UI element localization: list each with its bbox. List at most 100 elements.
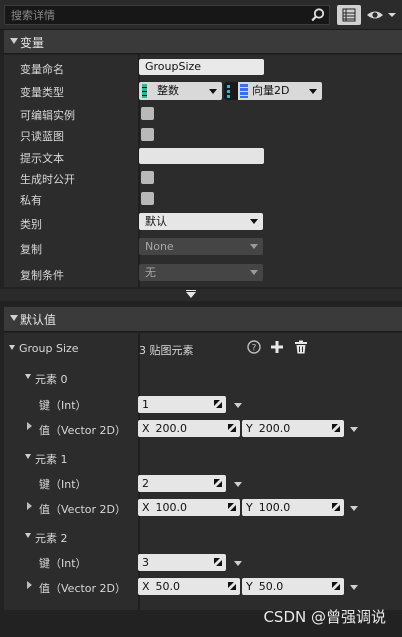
chevron-down-icon[interactable] <box>234 482 242 487</box>
vector2d-pin-icon <box>240 84 248 98</box>
instance-editable-label: 可编辑实例 <box>20 109 75 122</box>
trash-icon[interactable] <box>294 340 308 354</box>
element-title: 元素 1 <box>35 453 68 466</box>
eye-icon <box>367 11 396 19</box>
expose-on-spawn-label: 生成时公开 <box>20 173 75 186</box>
x-value: 50.0 <box>155 580 181 593</box>
y-input[interactable]: Y 100.0 <box>242 499 344 516</box>
key-input[interactable]: 2 <box>138 475 226 492</box>
value-type-dropdown[interactable]: 向量2D <box>224 82 322 100</box>
key-label: 键（Int） <box>39 478 87 491</box>
key-value: 3 <box>142 556 149 569</box>
search-icon[interactable] <box>311 8 325 22</box>
search-input[interactable] <box>11 6 301 24</box>
svg-text:?: ? <box>252 344 257 354</box>
key-label: 键（Int） <box>39 399 87 412</box>
x-input[interactable]: X 200.0 <box>138 420 240 437</box>
replication-condition-value: 无 <box>145 266 156 279</box>
y-value: 100.0 <box>258 501 291 514</box>
variable-name-input[interactable]: GroupSize <box>139 59 264 75</box>
drag-resize-icon[interactable] <box>331 423 341 433</box>
list-view-icon <box>342 8 356 22</box>
x-input[interactable]: X 100.0 <box>138 499 240 516</box>
expand-arrow-icon[interactable] <box>27 502 32 510</box>
key-type-dropdown[interactable]: 整数 <box>139 82 222 100</box>
x-axis-label: X <box>142 580 150 593</box>
expand-arrow-icon[interactable] <box>27 581 32 589</box>
y-input[interactable]: Y 200.0 <box>242 420 344 437</box>
y-axis-label: Y <box>246 580 253 593</box>
expose-on-spawn-checkbox[interactable] <box>141 171 154 184</box>
drag-resize-icon[interactable] <box>213 478 223 488</box>
chevron-down-icon[interactable] <box>350 506 358 511</box>
drag-resize-icon[interactable] <box>227 423 237 433</box>
integer-pin-icon <box>142 84 147 98</box>
key-input[interactable]: 3 <box>138 554 226 571</box>
replication-condition-combo[interactable]: 无 <box>139 264 263 281</box>
category-value: 默认 <box>145 215 167 228</box>
private-label: 私有 <box>20 194 42 207</box>
value-label: 值（Vector 2D） <box>39 424 127 437</box>
key-input[interactable]: 1 <box>138 396 226 413</box>
readonly-checkbox[interactable] <box>141 128 154 141</box>
section-title: 默认值 <box>20 313 57 327</box>
instance-editable-checkbox[interactable] <box>141 107 154 120</box>
x-axis-label: X <box>142 422 150 435</box>
key-type-value: 整数 <box>157 84 179 97</box>
y-axis-label: Y <box>246 422 253 435</box>
chevron-down-icon[interactable] <box>350 585 358 590</box>
drag-resize-icon[interactable] <box>331 581 341 591</box>
category-label: 类别 <box>20 218 42 231</box>
drag-resize-icon[interactable] <box>227 581 237 591</box>
watermark: CSDN @曾强调说 <box>263 608 386 626</box>
category-combo[interactable]: 默认 <box>139 213 263 230</box>
chevron-down-icon[interactable] <box>350 427 358 432</box>
drag-resize-icon[interactable] <box>213 399 223 409</box>
private-checkbox[interactable] <box>141 192 154 205</box>
help-icon[interactable]: ? <box>247 340 261 354</box>
search-box[interactable] <box>4 5 330 25</box>
replication-condition-label: 复制条件 <box>20 269 64 282</box>
map-container-icon <box>224 82 238 100</box>
chevron-down-icon[interactable] <box>234 561 242 566</box>
value-label: 值（Vector 2D） <box>39 503 127 516</box>
y-value: 200.0 <box>258 422 291 435</box>
expand-arrow-icon[interactable] <box>27 422 32 430</box>
property-matrix-button[interactable] <box>337 5 361 25</box>
section-title: 变量 <box>20 36 45 50</box>
key-value: 1 <box>142 398 149 411</box>
expand-arrow-icon[interactable] <box>25 374 31 379</box>
chevron-down-icon[interactable] <box>234 403 242 408</box>
drag-resize-icon[interactable] <box>213 557 223 567</box>
key-value: 2 <box>142 477 149 490</box>
tooltip-label: 提示文本 <box>20 152 64 165</box>
expand-arrow-icon[interactable] <box>25 454 31 459</box>
advanced-expander[interactable] <box>0 289 402 301</box>
tooltip-input[interactable] <box>139 148 264 164</box>
drag-resize-icon[interactable] <box>227 502 237 512</box>
value-type-value: 向量2D <box>252 84 290 97</box>
map-property-label: Group Size <box>19 342 79 355</box>
readonly-label: 只读蓝图 <box>20 130 64 143</box>
expand-arrow-icon <box>186 292 196 298</box>
x-axis-label: X <box>142 501 150 514</box>
chevron-down-icon <box>250 244 258 249</box>
x-input[interactable]: X 50.0 <box>138 578 240 595</box>
drag-resize-icon[interactable] <box>331 502 341 512</box>
x-value: 200.0 <box>155 422 188 435</box>
variable-type-label: 变量类型 <box>20 86 64 99</box>
variable-section-header[interactable]: 变量 <box>4 30 402 54</box>
replication-label: 复制 <box>20 243 42 256</box>
replication-combo[interactable]: None <box>139 238 263 255</box>
expand-arrow-icon[interactable] <box>25 533 31 538</box>
element-title: 元素 2 <box>35 532 68 545</box>
chevron-down-icon <box>250 219 258 224</box>
x-value: 100.0 <box>155 501 188 514</box>
y-value: 50.0 <box>258 580 284 593</box>
y-input[interactable]: Y 50.0 <box>242 578 344 595</box>
collapse-arrow-icon <box>10 315 18 321</box>
view-options-button[interactable] <box>365 5 398 25</box>
expand-arrow-icon[interactable] <box>9 345 15 350</box>
add-element-icon[interactable] <box>270 340 284 354</box>
default-value-section-header[interactable]: 默认值 <box>4 307 402 332</box>
